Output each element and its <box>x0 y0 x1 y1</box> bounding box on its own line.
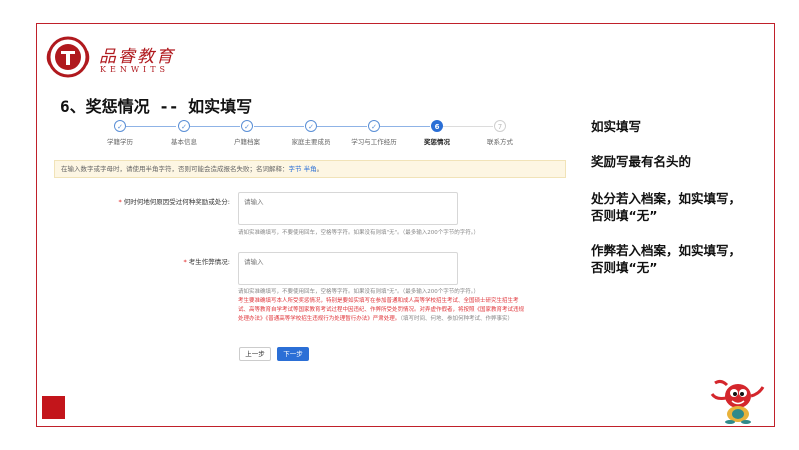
step-number: 6 <box>431 120 443 132</box>
note-3: 处分若入档案，如实填写， 否则填“无” <box>591 191 742 223</box>
slide-frame <box>36 23 775 427</box>
exam-cheating-hint: 请如实准确填写，不要使用回车，空格等字符。如果没有则填"无"。（最多输入200个… <box>238 289 480 295</box>
prev-step-button[interactable]: 上一步 <box>239 347 271 361</box>
brand-emblem-icon <box>46 36 90 78</box>
note-2: 奖励写最有名头的 <box>591 154 692 169</box>
note-4: 作弊若入档案，如实填写， 否则填“无” <box>591 243 742 275</box>
notice-link-halfwidth[interactable]: 半角 <box>304 165 317 173</box>
step-7[interactable]: 7 联系方式 <box>460 120 540 146</box>
reward-punishment-hint: 请如实准确填写，不要使用回车，空格等字符。如果没有则填"无"。（最多输入200个… <box>238 230 480 236</box>
reward-punishment-input[interactable] <box>238 192 458 225</box>
reward-punishment-label: * 何时何地何原因受过何种奖励或处分: <box>118 198 230 206</box>
brand-square <box>42 396 65 419</box>
progress-steps: ✓ 学籍学历 ✓ 基本信息 ✓ 户籍档案 ✓ 家庭主要成员 ✓ 学习与工作经历 … <box>60 120 560 152</box>
mascot-icon <box>710 379 765 424</box>
check-icon: ✓ <box>178 120 190 132</box>
step-number: 7 <box>494 120 506 132</box>
notice-text: 在输入数字或字母时，请使用半角字符，否则可能会造成报名失败；名词解释： <box>61 165 289 173</box>
notice-link-byte[interactable]: 字节 <box>289 165 302 173</box>
brand-name-en: KENWITS <box>100 65 170 74</box>
exam-cheating-label: * 考生作弊情况: <box>183 258 230 266</box>
check-icon: ✓ <box>114 120 126 132</box>
brand-logo: 品睿教育 KENWITS <box>44 35 184 79</box>
notice-end: 。 <box>316 165 324 173</box>
step-label: 联系方式 <box>487 138 513 146</box>
check-icon: ✓ <box>305 120 317 132</box>
check-icon: ✓ <box>368 120 380 132</box>
exam-cheating-input[interactable] <box>238 252 458 285</box>
slide-title: 6、奖惩情况 -- 如实填写 <box>60 97 253 116</box>
note-1: 如实填写 <box>591 119 642 134</box>
notice-bar: 在输入数字或字母时，请使用半角字符，否则可能会造成报名失败；名词解释：字节 半角… <box>54 160 566 178</box>
next-step-button[interactable]: 下一步 <box>277 347 309 361</box>
brand-name-cn: 品睿教育 <box>99 47 175 67</box>
exam-cheating-warning: 考生要准确填写本人所受奖惩情况，特别是要如实填写在参加普通和成人高等学校招生考试… <box>238 298 525 322</box>
check-icon: ✓ <box>241 120 253 132</box>
